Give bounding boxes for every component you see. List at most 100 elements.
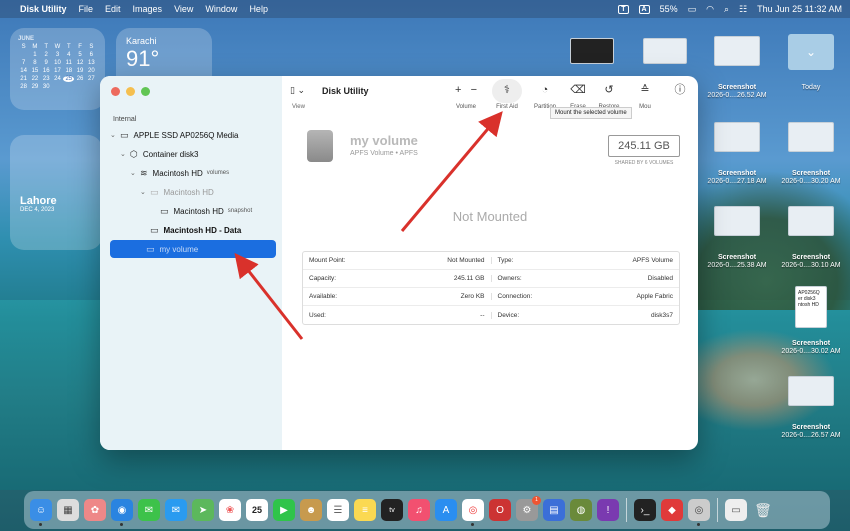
chrome-icon[interactable]: ◎ — [462, 499, 484, 526]
calendar-day[interactable]: 4 — [63, 52, 74, 58]
volume-button[interactable]: + − Volume — [445, 82, 487, 110]
control-center-icon[interactable]: ☷ — [739, 4, 747, 15]
mail-icon[interactable]: ✉ — [165, 499, 187, 521]
apple-tv-icon[interactable]: tv — [381, 499, 403, 521]
battery-icon[interactable]: ▭ — [688, 4, 697, 15]
calendar-day[interactable]: 19 — [74, 68, 85, 74]
system-settings-icon[interactable]: ⚙ 1 — [516, 496, 541, 521]
erase-button[interactable]: ⌫ Erase — [565, 82, 591, 110]
partition-button[interactable]: ◔ Partition — [529, 82, 561, 110]
screenshot-thumb[interactable] — [788, 122, 834, 152]
calendar-day[interactable]: 15 — [29, 68, 40, 74]
menu-app-name[interactable]: Disk Utility — [20, 4, 67, 14]
menu-edit[interactable]: Edit — [105, 4, 121, 14]
calendar-day[interactable]: 22 — [29, 76, 40, 82]
calendar-day[interactable]: 9 — [41, 60, 52, 66]
calendar-day[interactable]: 23 — [41, 76, 52, 82]
notes-icon[interactable]: ≡ — [354, 499, 376, 521]
calendar-day[interactable]: 20 — [86, 68, 97, 74]
minimize-button[interactable] — [126, 87, 135, 96]
photos-app-icon[interactable]: ✿ — [84, 499, 106, 521]
safari-icon[interactable]: ◉ — [111, 499, 133, 526]
calendar-day[interactable]: 7 — [18, 60, 29, 66]
calendar-day[interactable]: 25 — [63, 76, 75, 82]
screenshot-label[interactable]: Screenshot 2026-0....26.52 AM — [697, 84, 777, 100]
contacts-icon[interactable]: ☻ — [300, 499, 322, 521]
screenshot-thumb[interactable] — [714, 206, 760, 236]
calendar-day[interactable]: 11 — [63, 60, 74, 66]
screenshot-label[interactable]: Screenshot 2026-0....30.10 AM — [771, 254, 850, 270]
battery-percent[interactable]: 55% — [660, 4, 678, 14]
calendar-day[interactable]: 17 — [52, 68, 63, 74]
mount-button[interactable]: ≙ Mou — [632, 82, 658, 110]
screenshot-thumb[interactable] — [714, 36, 760, 66]
sidebar-item-macintosh-hd[interactable]: ⌄ ▭ Macintosh HD — [140, 184, 214, 200]
close-button[interactable] — [111, 87, 120, 96]
keyboard-input-icon[interactable]: A — [638, 4, 650, 14]
calendar-widget[interactable]: JUNE S M T W T F S 1 2 3 4 5 6 7 8 9 10 11 12 13 14 15 16 17 18 1… — [10, 28, 105, 110]
calendar-day[interactable]: 21 — [18, 76, 29, 82]
menu-view[interactable]: View — [174, 4, 193, 14]
search-icon[interactable]: ⌕ — [724, 4, 729, 15]
desktop-file-thumb[interactable] — [570, 38, 614, 64]
screenshot-thumb[interactable] — [714, 122, 760, 152]
calendar-day[interactable]: 1 — [29, 52, 40, 58]
calendar-day[interactable]: 3 — [52, 52, 63, 58]
calendar-icon[interactable]: 25 — [246, 499, 268, 521]
remove-volume-icon[interactable]: − — [471, 84, 477, 96]
today-folder-icon[interactable]: ⌄ — [788, 34, 834, 70]
calendar-day[interactable]: 12 — [74, 60, 85, 66]
calendar-day[interactable]: 14 — [18, 68, 29, 74]
calendar-day[interactable] — [63, 84, 74, 90]
chevron-down-icon[interactable]: ⌄ — [120, 150, 130, 158]
music-icon[interactable]: ♫ — [408, 499, 430, 521]
first-aid-button[interactable]: ⚕ First Aid — [492, 82, 522, 110]
calendar-day[interactable]: 13 — [86, 60, 97, 66]
opera-icon[interactable]: O — [489, 499, 511, 521]
menu-window[interactable]: Window — [205, 4, 237, 14]
calendar-day[interactable]: 26 — [74, 76, 85, 82]
screenshot-label[interactable]: Screenshot 2026-0....26.57 AM — [771, 424, 850, 440]
restore-button[interactable]: ↺ Restore — [594, 82, 624, 110]
sidebar-view-button[interactable]: ▯ ⌄ — [290, 85, 305, 96]
calendar-day[interactable]: 10 — [52, 60, 63, 66]
terminal-icon[interactable]: ›_ — [634, 499, 656, 521]
trash-icon[interactable]: 🗑 — [752, 499, 774, 521]
preview-app-icon[interactable]: ◍ — [570, 499, 592, 521]
sidebar-item-my-volume[interactable]: ▭ my volume — [110, 240, 276, 258]
screenshot-thumb[interactable] — [788, 376, 834, 406]
feedback-icon[interactable]: ! — [597, 499, 619, 521]
photo-widget[interactable]: Lahore DEC 4, 2023 — [10, 135, 102, 250]
screenshot-label[interactable]: Screenshot 2026-0....30.02 AM — [771, 340, 850, 356]
add-volume-icon[interactable]: + — [455, 84, 461, 96]
calendar-day[interactable]: 28 — [18, 84, 29, 90]
calendar-day[interactable]: 5 — [74, 52, 85, 58]
menu-clock[interactable]: Thu Jun 25 11:32 AM — [757, 4, 842, 14]
calendar-day[interactable]: 18 — [63, 68, 74, 74]
menu-help[interactable]: Help — [249, 4, 268, 14]
calendar-day[interactable] — [86, 84, 97, 90]
calendar-day[interactable] — [74, 84, 85, 90]
menu-images[interactable]: Images — [133, 4, 163, 14]
calendar-day[interactable]: 8 — [29, 60, 40, 66]
calendar-day[interactable] — [52, 84, 63, 90]
messages-icon[interactable]: ✉ — [138, 499, 160, 521]
chevron-down-icon[interactable]: ⌄ — [110, 131, 120, 139]
screenshot-label[interactable]: Screenshot 2026-0....25.38 AM — [697, 254, 777, 270]
disk-utility-icon[interactable]: ◎ — [688, 499, 710, 526]
screenshot-thumb[interactable] — [788, 206, 834, 236]
calendar-day[interactable]: 27 — [86, 76, 97, 82]
sidebar-item-macintosh-hd-data[interactable]: ▭ Macintosh HD - Data — [150, 222, 241, 238]
sidebar-item-snapshot[interactable]: ▭ Macintosh HD snapshot — [160, 203, 252, 219]
calendar-day[interactable] — [18, 52, 29, 58]
zoom-button[interactable] — [141, 87, 150, 96]
document-file-icon[interactable]: AP0256Q er disk3 ntosh HD — [795, 286, 827, 328]
calendar-day[interactable]: 16 — [41, 68, 52, 74]
screenshot-label[interactable]: Screenshot 2026-0....30.20 AM — [771, 170, 850, 186]
facetime-icon[interactable]: ▶ — [273, 499, 295, 521]
screenshot-label[interactable]: Screenshot 2026-0....27.18 AM — [697, 170, 777, 186]
chevron-down-icon[interactable]: ⌄ — [140, 188, 150, 196]
chevron-down-icon[interactable]: ⌄ — [130, 169, 140, 177]
calendar-day[interactable]: 24 — [52, 76, 63, 82]
menu-file[interactable]: File — [79, 4, 94, 14]
